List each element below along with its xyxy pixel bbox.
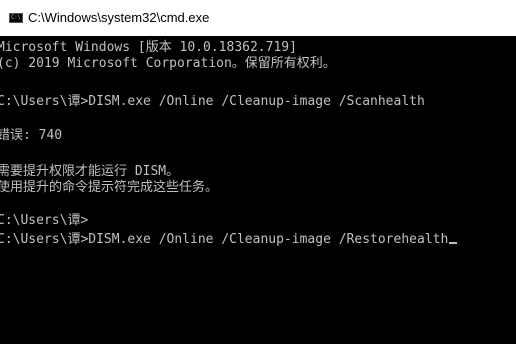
cmd-icon: C:\ xyxy=(9,13,23,23)
console-line-command-restorehealth[interactable]: C:\Users\谭>DISM.exe /Online /Cleanup-ima… xyxy=(0,232,458,248)
console-line-command-scanhealth: C:\Users\谭>DISM.exe /Online /Cleanup-ima… xyxy=(0,94,425,109)
console-line-prompt: C:\Users\谭> xyxy=(0,213,89,228)
console-output[interactable]: Microsoft Windows [版本 10.0.18362.719] (c… xyxy=(0,36,516,344)
console-line-error: 错误: 740 xyxy=(0,128,63,143)
console-line-version: Microsoft Windows [版本 10.0.18362.719] xyxy=(0,40,297,55)
title-bar[interactable]: C:\ C:\Windows\system32\cmd.exe xyxy=(0,0,516,36)
console-line-copyright: (c) 2019 Microsoft Corporation。保留所有权利。 xyxy=(0,56,336,71)
console-line-elevation-required: 需要提升权限才能运行 DISM。 xyxy=(0,164,180,179)
cmd-window: C:\ C:\Windows\system32\cmd.exe Microsof… xyxy=(0,0,516,344)
window-title: C:\Windows\system32\cmd.exe xyxy=(28,10,210,25)
console-line-elevation-hint: 使用提升的命令提示符完成这些任务。 xyxy=(0,180,219,195)
command-input-text[interactable]: C:\Users\谭>DISM.exe /Online /Cleanup-ima… xyxy=(0,232,448,247)
text-cursor xyxy=(449,242,458,244)
